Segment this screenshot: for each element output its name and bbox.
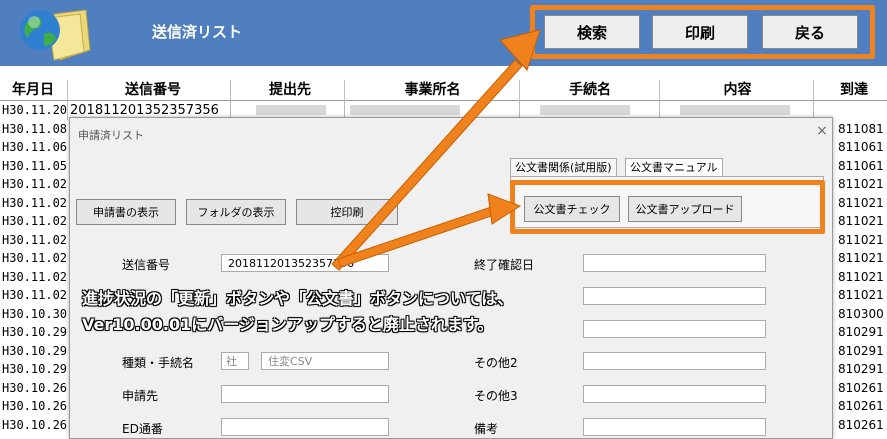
show-application-button[interactable]: 申請書の表示 [76, 199, 176, 225]
arrival-cell: 811061 [838, 158, 884, 173]
note-field[interactable] [583, 418, 766, 436]
annotation-line2: Ver10.00.01にバージョンアップすると廃止されます。 [82, 315, 494, 334]
end-confirm-label: 終了確認日 [474, 258, 535, 272]
applicant-label: 申請先 [122, 389, 159, 403]
column-header[interactable]: 手続名 [520, 80, 660, 100]
date-cell: H30.11.02 [2, 232, 68, 247]
arrival-cell: 810291 [838, 343, 884, 358]
date-cell: H30.11.02 [2, 251, 68, 265]
end-confirm-field[interactable] [583, 254, 766, 272]
date-cell: H30.11.20 [2, 103, 68, 117]
column-header[interactable]: 内容 [660, 80, 815, 100]
column-header[interactable]: 到達 [840, 80, 887, 100]
table-header: 年月日 送信番号 提出先 事業所名 手続名 内容 到達 [0, 80, 887, 101]
date-cell: H30.11.02 [2, 269, 68, 284]
other3-field[interactable] [583, 385, 766, 403]
date-cell: H30.11.02 [2, 195, 68, 210]
arrival-cell: 810300 [838, 306, 884, 321]
search-button[interactable]: 検索 [544, 15, 640, 49]
close-icon[interactable]: × [812, 123, 832, 143]
date-cell: H30.11.08 [2, 121, 68, 136]
type-name-field[interactable]: 住変CSV [261, 352, 389, 370]
arrival-cell: 810261 [838, 380, 884, 395]
column-header[interactable]: 提出先 [230, 80, 350, 100]
send-number-label: 送信番号 [122, 258, 171, 272]
tab-document-manual[interactable]: 公文書マニュアル [625, 158, 723, 177]
date-cell: H30.11.02 [2, 177, 68, 191]
column-header[interactable]: 送信番号 [68, 80, 238, 100]
date-cell: H30.10.26 [2, 399, 68, 413]
arrival-cell: 810261 [838, 417, 884, 432]
arrival-cell: 811021 [838, 288, 884, 302]
date-cell: H30.11.02 [2, 288, 68, 302]
note-label: 備考 [474, 422, 499, 436]
redacted-cell [540, 105, 630, 115]
column-header[interactable]: 事業所名 [345, 80, 520, 100]
column-header[interactable]: 年月日 [0, 80, 66, 100]
arrival-cell: 811021 [838, 177, 884, 191]
applicant-field[interactable] [221, 385, 389, 403]
ed-number-label: ED通番 [122, 422, 163, 436]
highlight-box-document [510, 180, 825, 234]
date-cell: H30.11.06 [2, 140, 68, 154]
type-code-field[interactable]: 社 [221, 352, 249, 370]
date-cell: H30.10.30 [2, 306, 68, 321]
tab-document-relation[interactable]: 公文書関係(試用版) [510, 158, 617, 177]
other2-label: その他2 [474, 356, 518, 370]
ed-number-field[interactable] [221, 418, 389, 436]
annotation-text: 進捗状況の「更新」ボタンや「公文書」ボタンについては、 Ver10.00.01に… [82, 286, 513, 338]
send-number-cell: 201811201352357356 [70, 103, 219, 118]
arrival-cell: 811061 [838, 140, 884, 154]
arrival-cell: 811021 [838, 232, 884, 247]
arrival-cell: 810261 [838, 399, 884, 413]
arrival-cell: 810291 [838, 362, 884, 376]
arrival-cell: 810291 [838, 325, 884, 339]
date-cell: H30.10.26 [2, 380, 68, 395]
globe-folder-icon [20, 9, 91, 61]
date-cell: H30.11.05 [2, 158, 68, 173]
print-copy-button[interactable]: 控印刷 [296, 199, 398, 225]
arrival-cell: 811021 [838, 195, 884, 210]
arrival-cell: 811021 [838, 251, 884, 265]
other1-field[interactable] [583, 320, 766, 338]
send-number-field[interactable]: 201811201352357356 [221, 254, 389, 272]
print-button[interactable]: 印刷 [652, 15, 748, 49]
status-field[interactable] [583, 287, 766, 305]
show-folder-button[interactable]: フォルダの表示 [186, 199, 286, 225]
back-button[interactable]: 戻る [762, 15, 858, 49]
redacted-cell [350, 105, 460, 115]
application-list-dialog: 申請済リスト × 公文書関係(試用版) 公文書マニュアル 申請書の表示 フォルダ… [69, 117, 833, 439]
date-cell: H30.10.26 [2, 417, 68, 432]
arrival-cell: 811081 [838, 121, 884, 136]
date-cell: H30.11.02 [2, 214, 68, 228]
other3-label: その他3 [474, 389, 518, 403]
date-cell: H30.10.29 [2, 343, 68, 358]
page-title: 送信済リスト [152, 23, 243, 41]
arrival-cell: 811021 [838, 269, 884, 284]
redacted-cell [256, 105, 326, 115]
type-label: 種類・手続名 [122, 356, 195, 370]
dialog-title: 申請済リスト [78, 129, 144, 142]
other2-field[interactable] [583, 352, 766, 370]
date-cell: H30.10.29 [2, 325, 68, 339]
redacted-cell [680, 105, 790, 115]
date-cell: H30.10.29 [2, 362, 68, 376]
arrival-cell: 811021 [838, 214, 884, 228]
annotation-line1: 進捗状況の「更新」ボタンや「公文書」ボタンについては、 [82, 289, 514, 308]
